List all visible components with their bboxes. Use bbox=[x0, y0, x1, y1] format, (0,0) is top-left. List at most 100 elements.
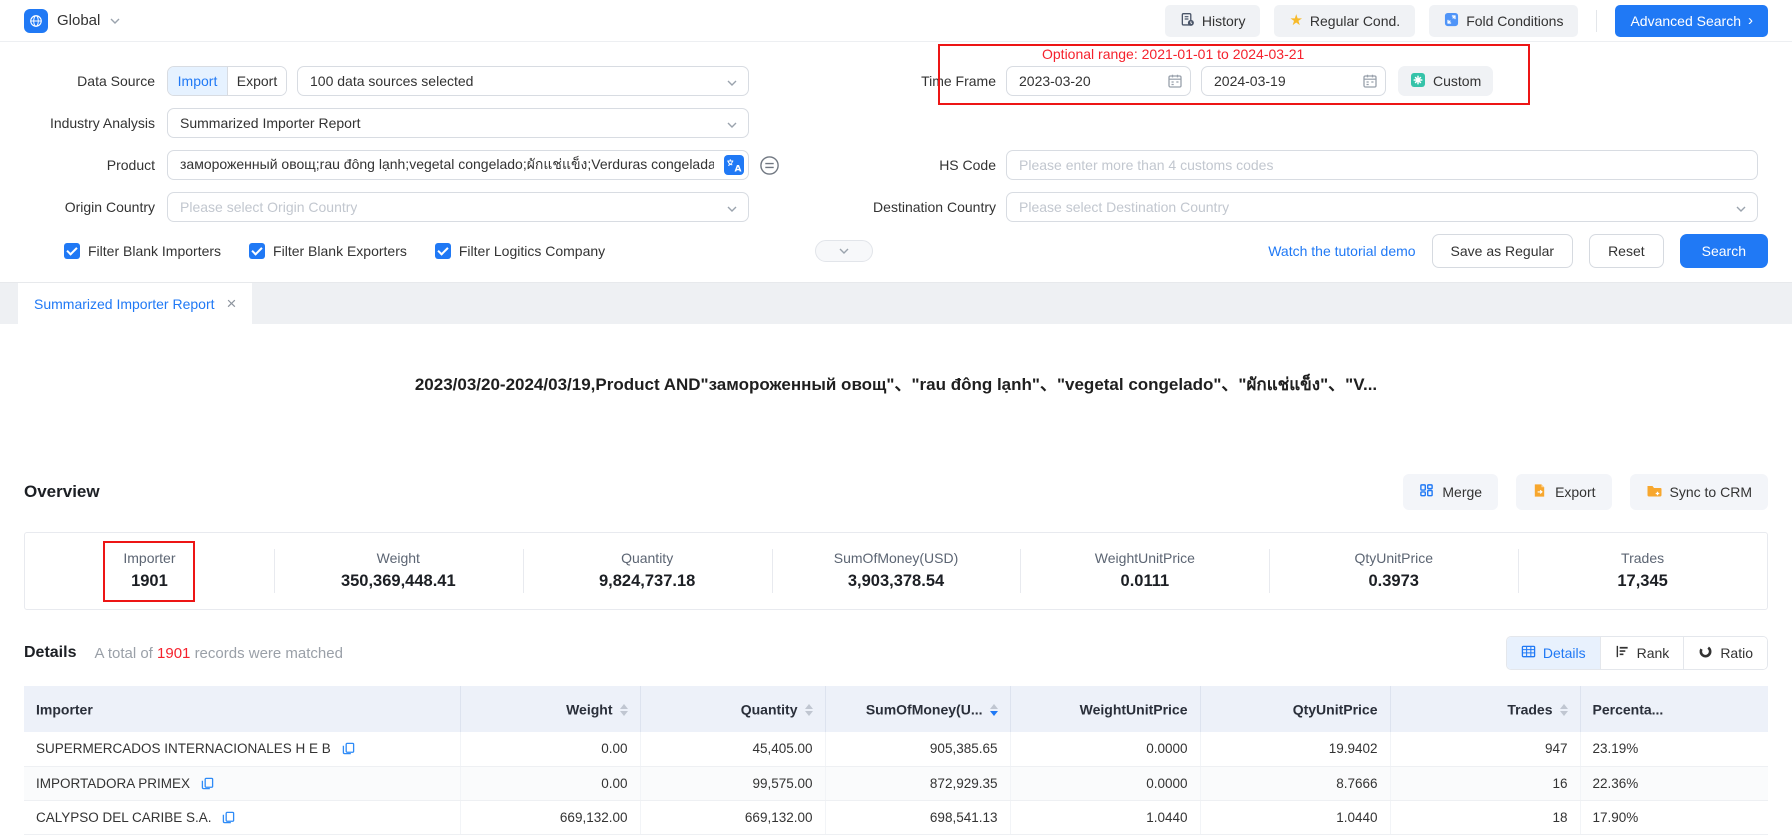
chevron-down-icon bbox=[1735, 202, 1747, 218]
divider bbox=[1596, 10, 1597, 32]
data-cell: 99,575.00 bbox=[640, 766, 825, 800]
custom-range-button[interactable]: Custom bbox=[1398, 66, 1493, 96]
export-tab[interactable]: Export bbox=[227, 67, 286, 95]
translate-toggle-icon[interactable] bbox=[759, 155, 780, 176]
stat-value: 1901 bbox=[131, 572, 168, 591]
data-source-segmented: Import Export bbox=[167, 66, 287, 96]
export-icon bbox=[1532, 483, 1547, 501]
custom-icon bbox=[1410, 72, 1426, 91]
stat-label: Importer bbox=[123, 550, 175, 566]
stat-label: WeightUnitPrice bbox=[1095, 550, 1195, 566]
importer-name[interactable]: IMPORTADORA PRIMEX bbox=[36, 776, 190, 791]
stat-value: 350,369,448.41 bbox=[341, 572, 456, 591]
product-label: Product bbox=[24, 157, 155, 173]
importer-name[interactable]: SUPERMERCADOS INTERNACIONALES H E B bbox=[36, 741, 331, 756]
table-row: SUPERMERCADOS INTERNACIONALES H E B 0.00… bbox=[24, 732, 1768, 766]
data-cell: 45,405.00 bbox=[640, 732, 825, 766]
col-header-sumofmoneyu[interactable]: SumOfMoney(U... bbox=[825, 686, 1010, 732]
destination-country-label: Destination Country bbox=[836, 199, 1006, 215]
data-cell: 23.19% bbox=[1580, 732, 1768, 766]
copy-icon[interactable] bbox=[201, 777, 214, 790]
col-header-weightunitprice: WeightUnitPrice bbox=[1010, 686, 1200, 732]
collapse-conditions-button[interactable] bbox=[815, 240, 873, 262]
product-field: A bbox=[167, 150, 749, 180]
close-icon[interactable]: × bbox=[227, 295, 237, 312]
hs-code-label: HS Code bbox=[836, 157, 1006, 173]
stat-value: 17,345 bbox=[1617, 572, 1667, 591]
details-table: ImporterWeightQuantitySumOfMoney(U...Wei… bbox=[24, 686, 1768, 835]
data-cell: 22.36% bbox=[1580, 766, 1768, 800]
table-row: IMPORTADORA PRIMEX 0.0099,575.00872,929.… bbox=[24, 766, 1768, 800]
col-header-qtyunitprice: QtyUnitPrice bbox=[1200, 686, 1390, 732]
importer-cell: IMPORTADORA PRIMEX bbox=[24, 766, 460, 800]
advanced-search-button[interactable]: Advanced Search › bbox=[1615, 5, 1768, 37]
filter-checkbox[interactable]: Filter Blank Exporters bbox=[249, 243, 407, 259]
fold-icon bbox=[1444, 12, 1459, 30]
save-as-regular-button[interactable]: Save as Regular bbox=[1432, 234, 1574, 268]
data-source-label: Data Source bbox=[24, 73, 155, 89]
stat-label: QtyUnitPrice bbox=[1354, 550, 1433, 566]
translate-badge-icon[interactable]: A bbox=[724, 155, 744, 178]
tab-summarized-importer-report[interactable]: Summarized Importer Report × bbox=[18, 283, 252, 324]
time-frame-label: Time Frame bbox=[836, 73, 1006, 89]
stat-cell: Weight 350,369,448.41 bbox=[274, 541, 523, 602]
calendar-icon[interactable] bbox=[1362, 73, 1378, 92]
reset-button[interactable]: Reset bbox=[1589, 234, 1664, 268]
donut-chart-icon bbox=[1698, 644, 1713, 662]
annotation-optional-range: Optional range: 2021-01-01 to 2024-03-21 bbox=[1042, 46, 1304, 62]
origin-country-select[interactable]: Please select Origin Country bbox=[167, 192, 749, 222]
checkbox-checked-icon bbox=[435, 243, 451, 259]
checkbox-checked-icon bbox=[249, 243, 265, 259]
filter-checkbox[interactable]: Filter Blank Importers bbox=[64, 243, 221, 259]
tab-rank-view[interactable]: Rank bbox=[1600, 637, 1684, 669]
export-button[interactable]: Export bbox=[1516, 474, 1611, 510]
tutorial-link[interactable]: Watch the tutorial demo bbox=[1268, 243, 1415, 259]
tab-details-view[interactable]: Details bbox=[1507, 637, 1600, 669]
calendar-icon[interactable] bbox=[1167, 73, 1183, 92]
sync-to-crm-button[interactable]: Sync to CRM bbox=[1630, 474, 1768, 510]
filter-checkbox[interactable]: Filter Logitics Company bbox=[435, 243, 605, 259]
fold-conditions-button[interactable]: Fold Conditions bbox=[1429, 5, 1578, 37]
col-header-weight[interactable]: Weight bbox=[460, 686, 640, 732]
sort-carets-icon bbox=[805, 704, 813, 716]
tab-ratio-view[interactable]: Ratio bbox=[1683, 637, 1767, 669]
history-button[interactable]: History bbox=[1165, 5, 1261, 37]
stat-label: SumOfMoney(USD) bbox=[834, 550, 958, 566]
col-header-quantity[interactable]: Quantity bbox=[640, 686, 825, 732]
regular-cond-button[interactable]: ★ Regular Cond. bbox=[1274, 5, 1415, 37]
copy-icon[interactable] bbox=[342, 742, 355, 755]
product-input[interactable] bbox=[167, 150, 749, 180]
end-date-input[interactable] bbox=[1201, 66, 1386, 96]
stat-cell: Importer 1901 bbox=[25, 541, 274, 602]
data-sources-select[interactable]: 100 data sources selected bbox=[297, 66, 749, 96]
data-cell: 947 bbox=[1390, 732, 1580, 766]
data-cell: 1.0440 bbox=[1010, 800, 1200, 834]
search-button[interactable]: Search bbox=[1680, 234, 1768, 268]
stat-cell: QtyUnitPrice 0.3973 bbox=[1269, 541, 1518, 602]
importer-cell: SUPERMERCADOS INTERNACIONALES H E B bbox=[24, 732, 460, 766]
data-cell: 0.0000 bbox=[1010, 766, 1200, 800]
sync-crm-icon bbox=[1646, 483, 1662, 502]
copy-icon[interactable] bbox=[222, 811, 235, 824]
globe-icon bbox=[24, 9, 48, 33]
topbar: Global History ★ Regular Cond. Fold Cond… bbox=[0, 0, 1792, 42]
importer-cell: CALYPSO DEL CARIBE S.A. bbox=[24, 800, 460, 834]
merge-button[interactable]: Merge bbox=[1403, 474, 1498, 510]
sort-carets-icon bbox=[620, 704, 628, 716]
stat-value: 9,824,737.18 bbox=[599, 572, 695, 591]
start-date-input[interactable] bbox=[1006, 66, 1191, 96]
destination-country-select[interactable]: Please select Destination Country bbox=[1006, 192, 1758, 222]
chevron-down-icon bbox=[726, 76, 738, 92]
result-tabbar: Summarized Importer Report × bbox=[0, 282, 1792, 324]
hs-code-input[interactable] bbox=[1006, 150, 1758, 180]
data-cell: 698,541.13 bbox=[825, 800, 1010, 834]
region-selector[interactable]: Global bbox=[24, 9, 121, 33]
sort-carets-icon bbox=[1560, 704, 1568, 716]
importer-name[interactable]: CALYPSO DEL CARIBE S.A. bbox=[36, 810, 212, 825]
col-header-trades[interactable]: Trades bbox=[1390, 686, 1580, 732]
import-tab[interactable]: Import bbox=[168, 67, 227, 95]
view-toggle: Details Rank Ratio bbox=[1506, 636, 1768, 670]
table-row: CALYPSO DEL CARIBE S.A. 669,132.00669,13… bbox=[24, 800, 1768, 834]
stat-label: Quantity bbox=[621, 550, 673, 566]
industry-analysis-select[interactable]: Summarized Importer Report bbox=[167, 108, 749, 138]
